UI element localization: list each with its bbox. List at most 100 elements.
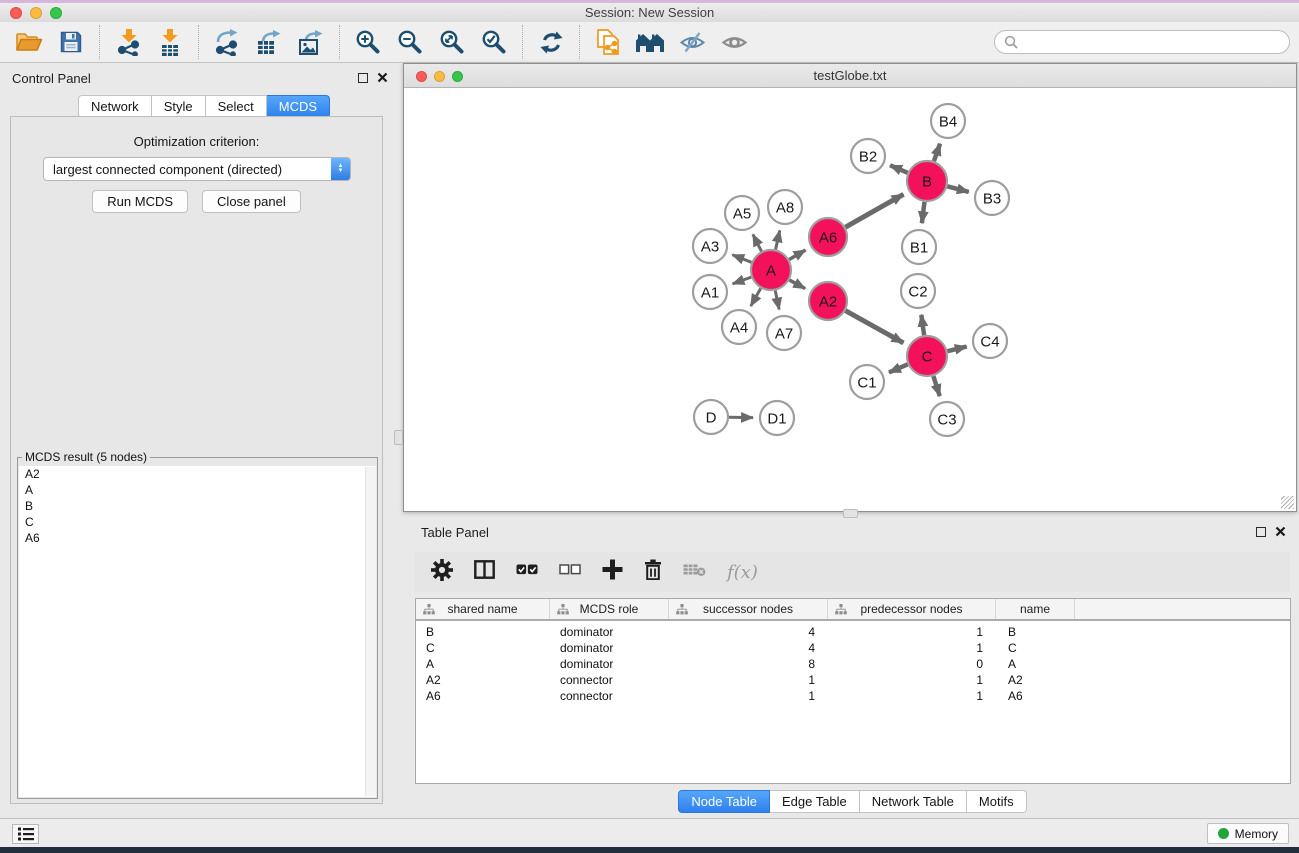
import-network-button[interactable] [107,24,149,60]
table-cell[interactable]: A [416,657,550,671]
graph-node-B[interactable]: B [907,161,947,201]
memory-button[interactable]: Memory [1207,823,1289,844]
result-item[interactable]: A6 [19,530,376,546]
zoom-window-button[interactable] [50,7,62,19]
graph-edge-A2-C[interactable] [845,311,903,343]
graph-node-B4[interactable]: B4 [931,104,965,138]
open-file-button[interactable] [8,24,50,60]
table-cell[interactable]: A2 [416,673,550,687]
graph-edge-B-B1[interactable] [922,202,925,223]
export-image-button[interactable] [290,24,332,60]
table-cell[interactable]: 1 [669,673,828,687]
graph-node-C[interactable]: C [907,336,947,376]
graph-node-A8[interactable]: A8 [768,190,802,224]
table-cell[interactable]: 1 [828,689,996,703]
close-network-window-button[interactable] [416,71,427,82]
home-button[interactable] [629,24,671,60]
result-scrollbar[interactable] [365,467,376,796]
graph-edge-A-A3[interactable] [732,255,751,263]
table-cell[interactable]: A6 [416,689,550,703]
graph-edge-A-A2[interactable] [789,280,805,289]
table-row[interactable]: A6connector11A6 [416,688,1290,704]
close-table-panel-icon[interactable] [1275,526,1286,537]
result-item[interactable]: A2 [19,466,376,482]
table-cell[interactable]: dominator [550,657,669,671]
zoom-out-button[interactable] [389,24,431,60]
tab-mcds[interactable]: MCDS [267,95,330,118]
graph-edge-A-A5[interactable] [753,234,762,251]
graph-edge-A-A6[interactable] [789,250,805,259]
table-cell[interactable]: 1 [828,625,996,639]
graph-edge-C-C1[interactable] [889,364,908,372]
tab-style[interactable]: Style [152,95,206,118]
zoom-network-window-button[interactable] [452,71,463,82]
table-cell[interactable]: B [416,625,550,639]
table-cell[interactable]: C [996,641,1075,655]
add-row-button[interactable] [602,559,623,585]
table-row[interactable]: Cdominator41C [416,640,1290,656]
panel-divider-handle-horizontal[interactable] [843,509,858,518]
graph-edge-C-C2[interactable] [921,315,924,335]
zoom-in-button[interactable] [347,24,389,60]
column-header-shared-name[interactable]: shared name [416,599,550,619]
column-header-predecessor-nodes[interactable]: predecessor nodes [828,599,996,619]
graph-node-D1[interactable]: D1 [760,401,794,435]
tab-network-table[interactable]: Network Table [860,790,967,813]
graph-edge-A-A8[interactable] [776,230,780,249]
column-chooser-button[interactable] [474,560,495,584]
graph-node-A3[interactable]: A3 [693,229,727,263]
search-input[interactable] [1023,35,1280,49]
export-network-button[interactable] [206,24,248,60]
float-table-panel-icon[interactable] [1256,527,1266,537]
show-panel-button[interactable] [713,24,755,60]
close-panel-icon[interactable] [377,72,388,83]
column-header-mcds-role[interactable]: MCDS role [550,599,669,619]
table-options-button[interactable] [431,559,453,586]
import-table-button[interactable] [149,24,191,60]
graph-node-B3[interactable]: B3 [975,181,1009,215]
criterion-dropdown[interactable]: largest connected component (directed) ▲… [43,157,351,181]
result-item[interactable]: A [19,482,376,498]
column-header-successor-nodes[interactable]: successor nodes [669,599,828,619]
new-session-from-network-button[interactable] [587,24,629,60]
table-cell[interactable]: A2 [996,673,1075,687]
delete-row-button[interactable] [644,559,662,585]
graph-node-B2[interactable]: B2 [851,139,885,173]
tab-motifs[interactable]: Motifs [967,790,1027,813]
window-resize-grip[interactable] [1281,496,1294,509]
table-cell[interactable]: 0 [828,657,996,671]
tab-select[interactable]: Select [206,95,267,118]
result-item[interactable]: C [19,514,376,530]
table-cell[interactable]: 1 [828,673,996,687]
table-row[interactable]: Bdominator41B [416,624,1290,640]
graph-edge-C-C3[interactable] [933,376,939,396]
table-cell[interactable]: 4 [669,641,828,655]
table-cell[interactable]: 8 [669,657,828,671]
minimize-window-button[interactable] [30,7,42,19]
panel-divider-handle-vertical[interactable] [394,430,403,445]
table-cell[interactable]: dominator [550,641,669,655]
graph-edge-B-B2[interactable] [890,165,908,172]
graph-node-A6[interactable]: A6 [809,218,847,256]
close-window-button[interactable] [10,7,22,19]
graph-node-D[interactable]: D [694,400,728,434]
run-mcds-button[interactable]: Run MCDS [92,190,188,213]
graph-node-B1[interactable]: B1 [902,230,936,264]
table-cell[interactable]: C [416,641,550,655]
minimize-network-window-button[interactable] [434,71,445,82]
graph-node-C2[interactable]: C2 [901,274,935,308]
graph-node-C4[interactable]: C4 [973,324,1007,358]
result-item[interactable]: B [19,498,376,514]
graph-edge-B-B3[interactable] [947,186,968,192]
graph-edge-A-A7[interactable] [775,291,779,310]
zoom-selected-button[interactable] [473,24,515,60]
graph-node-A[interactable]: A [751,250,791,290]
graph-node-A1[interactable]: A1 [693,275,727,309]
table-cell[interactable]: connector [550,673,669,687]
task-history-button[interactable] [12,824,39,844]
graph-edge-A-A4[interactable] [751,288,761,306]
graph-node-C3[interactable]: C3 [930,402,964,436]
tab-network[interactable]: Network [78,95,152,118]
table-cell[interactable]: 1 [669,689,828,703]
graph-node-A5[interactable]: A5 [725,196,759,230]
